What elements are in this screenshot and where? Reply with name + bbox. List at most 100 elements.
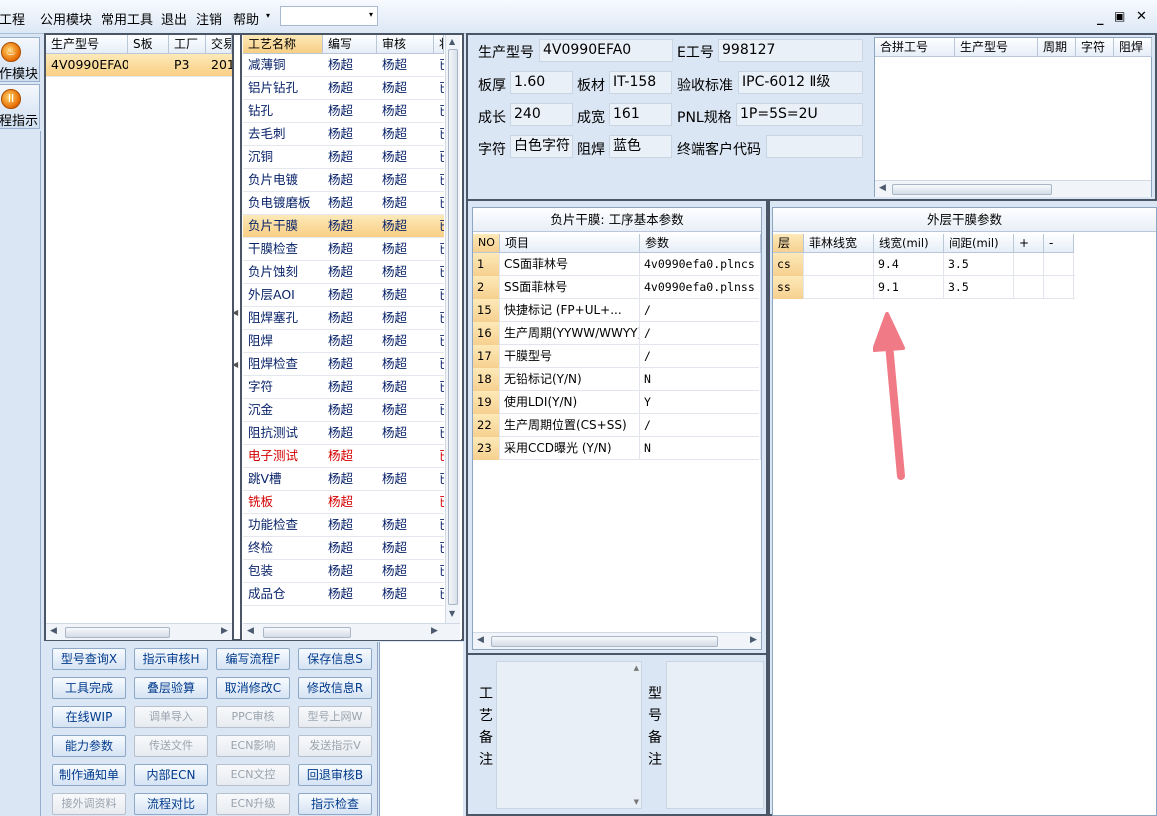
field-customer[interactable] bbox=[766, 135, 863, 158]
table-row[interactable]: ss 9.1 3.5 bbox=[773, 276, 1075, 299]
action-button[interactable]: ECN文控 bbox=[216, 764, 290, 786]
action-button[interactable]: 指示审核H bbox=[134, 648, 208, 670]
column-header-char[interactable]: 字符 bbox=[1076, 38, 1114, 57]
table-row[interactable]: 功能检查 杨超 杨超 已 bbox=[243, 514, 444, 537]
scroll-right-icon[interactable]: ▶ bbox=[750, 635, 757, 645]
table-row[interactable]: 4V0990EFA0 P3 201 bbox=[46, 54, 232, 77]
scrollbar-thumb[interactable] bbox=[263, 627, 351, 638]
table-row[interactable]: 负电镀磨板 杨超 杨超 已 bbox=[243, 192, 444, 215]
column-header-reviewer[interactable]: 审核 bbox=[377, 35, 434, 54]
action-button[interactable]: 型号上网W bbox=[298, 706, 372, 728]
process-notes-textarea[interactable]: ▲ ▼ bbox=[496, 661, 642, 809]
column-header-trade[interactable]: 交易 bbox=[206, 35, 232, 54]
column-header-no[interactable]: NO bbox=[473, 234, 500, 253]
scroll-left-icon[interactable]: ◀ bbox=[477, 635, 484, 645]
table-row[interactable]: 1 CS面菲林号 4v0990efa0.plncs bbox=[473, 253, 761, 276]
column-header-line-width[interactable]: 线宽(mil) bbox=[874, 234, 944, 253]
nav-button-instructions[interactable]: II 程指示 bbox=[0, 84, 40, 129]
table-row[interactable]: 电子测试 杨超 已 bbox=[243, 445, 444, 468]
column-header-film-width[interactable]: 菲林线宽 bbox=[804, 234, 874, 253]
table-row[interactable]: 沉金 杨超 杨超 已 bbox=[243, 399, 444, 422]
action-button[interactable]: ECN影响 bbox=[216, 735, 290, 757]
menu-logout[interactable]: 注销 bbox=[196, 9, 222, 28]
table-row[interactable]: 去毛刺 杨超 杨超 已 bbox=[243, 123, 444, 146]
horizontal-scrollbar[interactable]: ◀ ▶ bbox=[243, 623, 460, 640]
action-button[interactable]: 型号查询X bbox=[52, 648, 126, 670]
close-icon[interactable]: ✕ bbox=[1136, 9, 1147, 24]
scroll-up-icon[interactable]: ▲ bbox=[449, 37, 455, 46]
action-button[interactable]: 传送文件 bbox=[134, 735, 208, 757]
action-button[interactable]: 能力参数 bbox=[52, 735, 126, 757]
action-button[interactable]: PPC审核 bbox=[216, 706, 290, 728]
column-header-factory[interactable]: 工厂 bbox=[169, 35, 206, 54]
table-row[interactable]: 16 生产周期(YYWW/WWYY) / bbox=[473, 322, 761, 345]
help-dropdown-arrow-icon[interactable]: ▾ bbox=[266, 11, 270, 20]
action-button[interactable]: 内部ECN bbox=[134, 764, 208, 786]
column-header-plus[interactable]: + bbox=[1014, 234, 1044, 253]
scroll-up-icon[interactable]: ▲ bbox=[634, 664, 639, 672]
table-row[interactable]: 字符 杨超 杨超 已 bbox=[243, 376, 444, 399]
table-row[interactable]: 15 快捷标记 (FP+UL+... / bbox=[473, 299, 761, 322]
table-row[interactable]: 2 SS面菲林号 4v0990efa0.plnss bbox=[473, 276, 761, 299]
splitter-arrow-icon[interactable]: ◀ bbox=[232, 308, 238, 317]
table-row[interactable]: 铝片钻孔 杨超 杨超 已 bbox=[243, 77, 444, 100]
field-length[interactable]: 240 bbox=[510, 103, 573, 126]
horizontal-scrollbar[interactable]: ◀ ▶ bbox=[46, 623, 232, 640]
table-row[interactable]: 19 使用LDI(Y/N) Y bbox=[473, 391, 761, 414]
field-prod-model[interactable]: 4V0990EFA0 bbox=[539, 39, 673, 62]
table-row[interactable]: cs 9.4 3.5 bbox=[773, 253, 1075, 276]
model-notes-textarea[interactable] bbox=[666, 661, 764, 809]
scroll-down-icon[interactable]: ▼ bbox=[449, 609, 455, 618]
action-button[interactable]: 回退审核B bbox=[298, 764, 372, 786]
column-header-process-name[interactable]: 工艺名称 bbox=[243, 35, 323, 54]
table-row[interactable]: 阻焊 杨超 杨超 已 bbox=[243, 330, 444, 353]
nav-button-modules[interactable]: ♨ 作模块 bbox=[0, 37, 40, 82]
field-thickness[interactable]: 1.60 bbox=[510, 71, 573, 94]
action-button[interactable]: 在线WIP bbox=[52, 706, 126, 728]
table-row[interactable]: 跳V槽 杨超 杨超 已 bbox=[243, 468, 444, 491]
scroll-left-icon[interactable]: ◀ bbox=[50, 626, 57, 636]
scroll-right-icon[interactable]: ▶ bbox=[431, 626, 438, 636]
column-header-model[interactable]: 生产型号 bbox=[46, 35, 128, 54]
restore-icon[interactable]: ▣ bbox=[1114, 9, 1125, 23]
column-header-status[interactable]: 状 bbox=[434, 35, 444, 54]
menu-combo-box[interactable]: ▾ bbox=[280, 6, 378, 26]
scrollbar-thumb[interactable] bbox=[65, 627, 170, 638]
scroll-down-icon[interactable]: ▼ bbox=[634, 798, 639, 806]
horizontal-scrollbar[interactable]: ◀ ▶ bbox=[473, 632, 761, 649]
column-header-minus[interactable]: - bbox=[1044, 234, 1074, 253]
action-button[interactable]: 调单导入 bbox=[134, 706, 208, 728]
menu-help[interactable]: 帮助 bbox=[233, 9, 259, 28]
horizontal-scrollbar[interactable]: ◀ bbox=[875, 180, 1151, 197]
field-mask[interactable]: 蓝色 bbox=[609, 135, 672, 158]
scroll-left-icon[interactable]: ◀ bbox=[879, 183, 886, 193]
table-row[interactable]: 负片蚀刻 杨超 杨超 已 bbox=[243, 261, 444, 284]
action-button[interactable]: 制作通知单 bbox=[52, 764, 126, 786]
scroll-left-icon[interactable]: ◀ bbox=[247, 626, 254, 636]
menu-exit[interactable]: 退出 bbox=[161, 9, 187, 28]
menu-project[interactable]: 工程 bbox=[0, 9, 25, 28]
field-standard[interactable]: IPC-6012 Ⅱ级 bbox=[738, 71, 863, 94]
scrollbar-thumb[interactable] bbox=[491, 636, 718, 647]
vertical-scrollbar[interactable]: ▲ ▼ bbox=[445, 35, 460, 623]
table-row[interactable]: 钻孔 杨超 杨超 已 bbox=[243, 100, 444, 123]
table-row[interactable]: 外层AOI 杨超 杨超 已 bbox=[243, 284, 444, 307]
field-pnl[interactable]: 1P=5S=2U bbox=[736, 103, 863, 126]
scrollbar-thumb[interactable] bbox=[892, 184, 1052, 195]
action-button[interactable]: 取消修改C bbox=[216, 677, 290, 699]
action-button[interactable]: 指示检查 bbox=[298, 793, 372, 815]
column-header-prod-model[interactable]: 生产型号 bbox=[955, 38, 1038, 57]
table-row[interactable]: 成品仓 杨超 杨超 已 bbox=[243, 583, 444, 606]
action-button[interactable]: 接外调资料 bbox=[52, 793, 126, 815]
table-row[interactable]: 负片干膜 杨超 杨超 已 bbox=[243, 215, 444, 238]
action-button[interactable]: 流程对比 bbox=[134, 793, 208, 815]
table-row[interactable]: 23 采用CCD曝光 (Y/N) N bbox=[473, 437, 761, 460]
column-header-layer[interactable]: 层 bbox=[773, 234, 804, 253]
field-e-no[interactable]: 998127 bbox=[718, 39, 863, 62]
scrollbar-thumb[interactable] bbox=[448, 49, 458, 605]
table-row[interactable]: 18 无铅标记(Y/N) N bbox=[473, 368, 761, 391]
action-button[interactable]: 编写流程F bbox=[216, 648, 290, 670]
table-row[interactable]: 阻焊塞孔 杨超 杨超 已 bbox=[243, 307, 444, 330]
column-header-writer[interactable]: 编写 bbox=[323, 35, 377, 54]
field-width[interactable]: 161 bbox=[609, 103, 672, 126]
